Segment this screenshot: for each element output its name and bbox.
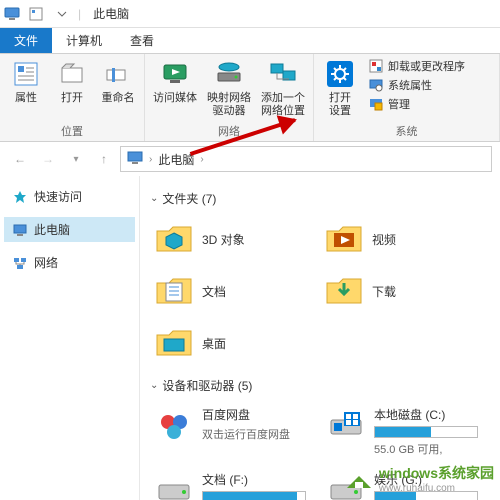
chevron-right-icon: › bbox=[149, 154, 152, 165]
folders-grid: 3D 对象 视频 文档 下载 桌面 bbox=[150, 215, 490, 367]
gear-icon bbox=[324, 58, 356, 90]
ribbon-tabs: 文件 计算机 查看 bbox=[0, 28, 500, 54]
drive-usage-bar bbox=[202, 491, 306, 500]
ribbon-group-location: 属性 打开 重命名 位置 bbox=[0, 54, 145, 141]
group-label-system: 系统 bbox=[322, 123, 491, 139]
ribbon-group-system: 打开 设置 卸载或更改程序 系统属性 管理 系统 bbox=[314, 54, 500, 141]
folder-icon bbox=[154, 323, 194, 363]
open-icon bbox=[56, 58, 88, 90]
rename-icon bbox=[102, 58, 134, 90]
forward-button[interactable]: → bbox=[36, 147, 60, 171]
sidebar-item-network[interactable]: 网络 bbox=[4, 250, 135, 275]
chevron-right-icon: › bbox=[200, 154, 203, 165]
manage-icon bbox=[368, 96, 384, 112]
pc-icon bbox=[12, 222, 28, 238]
address-box[interactable]: › 此电脑 › bbox=[120, 146, 492, 172]
network-icon bbox=[12, 255, 28, 271]
ribbon-group-network: 访问媒体 映射网络 驱动器 添加一个 网络位置 网络 bbox=[145, 54, 314, 141]
window-title: 此电脑 bbox=[93, 5, 129, 22]
group-label-network: 网络 bbox=[153, 123, 305, 139]
map-drive-icon bbox=[213, 58, 245, 90]
up-button[interactable]: ↑ bbox=[92, 147, 116, 171]
pc-icon bbox=[4, 6, 20, 22]
drive-baidu[interactable]: 百度网盘 双击运行百度网盘 bbox=[150, 402, 310, 461]
disk-icon bbox=[326, 406, 366, 446]
addressbar: ← → ▾ ↑ › 此电脑 › bbox=[0, 142, 500, 176]
titlebar-divider: | bbox=[78, 7, 81, 21]
qat-dropdown-icon[interactable] bbox=[54, 6, 70, 22]
group-label-location: 位置 bbox=[8, 123, 136, 139]
folder-documents[interactable]: 文档 bbox=[150, 267, 310, 315]
disk-icon bbox=[154, 471, 194, 500]
folder-3d-objects[interactable]: 3D 对象 bbox=[150, 215, 310, 263]
folders-section-header[interactable]: ⌄ 文件夹 (7) bbox=[150, 190, 490, 207]
drive-g[interactable]: 娱乐 (G:) 114 GB 可用, bbox=[322, 467, 482, 500]
properties-button[interactable]: 属性 bbox=[8, 58, 44, 105]
drives-grid: 百度网盘 双击运行百度网盘 本地磁盘 (C:) 55.0 GB 可用, 文档 (… bbox=[150, 402, 490, 500]
rename-button[interactable]: 重命名 bbox=[100, 58, 136, 105]
baidu-icon bbox=[154, 406, 194, 446]
map-drive-button[interactable]: 映射网络 驱动器 bbox=[207, 58, 251, 118]
disk-icon bbox=[326, 471, 366, 500]
folder-videos[interactable]: 视频 bbox=[320, 215, 480, 263]
drives-section-header[interactable]: ⌄ 设备和驱动器 (5) bbox=[150, 377, 490, 394]
qat-properties-icon[interactable] bbox=[28, 6, 44, 22]
star-icon bbox=[12, 189, 28, 205]
titlebar: | 此电脑 bbox=[0, 0, 500, 28]
sidebar: 快速访问 此电脑 网络 bbox=[0, 176, 140, 500]
folder-desktop[interactable]: 桌面 bbox=[150, 319, 310, 367]
pc-mini-icon bbox=[127, 150, 143, 169]
system-properties-button[interactable]: 系统属性 bbox=[368, 77, 465, 93]
sidebar-item-quick[interactable]: 快速访问 bbox=[4, 184, 135, 209]
uninstall-icon bbox=[368, 58, 384, 74]
back-button[interactable]: ← bbox=[8, 147, 32, 171]
properties-icon bbox=[10, 58, 42, 90]
add-network-icon bbox=[267, 58, 299, 90]
drive-usage-bar bbox=[374, 426, 478, 438]
chevron-down-icon: ⌄ bbox=[150, 193, 158, 204]
drive-f[interactable]: 文档 (F:) 7.10 GB 可用, 共 126 GB bbox=[150, 467, 310, 500]
folder-icon bbox=[154, 271, 194, 311]
open-settings-button[interactable]: 打开 设置 bbox=[322, 58, 358, 118]
folder-downloads[interactable]: 下载 bbox=[320, 267, 480, 315]
tab-view[interactable]: 查看 bbox=[116, 28, 168, 53]
breadcrumb-thispc[interactable]: 此电脑 bbox=[158, 151, 194, 168]
folder-icon bbox=[154, 219, 194, 259]
tab-computer[interactable]: 计算机 bbox=[52, 28, 116, 53]
folder-icon bbox=[324, 271, 364, 311]
folder-icon bbox=[324, 219, 364, 259]
drive-c[interactable]: 本地磁盘 (C:) 55.0 GB 可用, bbox=[322, 402, 482, 461]
media-icon bbox=[159, 58, 191, 90]
uninstall-button[interactable]: 卸载或更改程序 bbox=[368, 58, 465, 74]
manage-button[interactable]: 管理 bbox=[368, 96, 465, 112]
ribbon: 属性 打开 重命名 位置 访问媒体 映射网络 驱动器 bbox=[0, 54, 500, 142]
sidebar-item-thispc[interactable]: 此电脑 bbox=[4, 217, 135, 242]
open-button[interactable]: 打开 bbox=[54, 58, 90, 105]
drive-usage-bar bbox=[374, 491, 478, 500]
main-content: ⌄ 文件夹 (7) 3D 对象 视频 文档 下载 桌面 bbox=[140, 176, 500, 500]
sysprops-icon bbox=[368, 77, 384, 93]
history-dropdown[interactable]: ▾ bbox=[64, 147, 88, 171]
tab-file[interactable]: 文件 bbox=[0, 28, 52, 53]
access-media-button[interactable]: 访问媒体 bbox=[153, 58, 197, 105]
chevron-down-icon: ⌄ bbox=[150, 380, 158, 391]
add-network-button[interactable]: 添加一个 网络位置 bbox=[261, 58, 305, 118]
